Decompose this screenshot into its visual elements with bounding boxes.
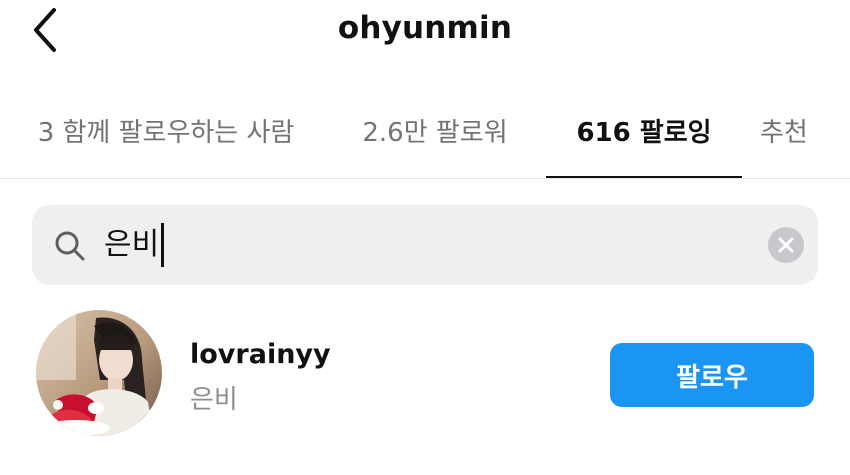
clear-search-button[interactable] [768,227,804,263]
follow-button[interactable]: 팔로우 [610,343,814,407]
username[interactable]: lovrainyy [190,339,331,370]
tab-following[interactable]: 616 팔로잉 [546,82,742,178]
clear-icon [778,237,794,253]
avatar-image [36,310,162,436]
search-query-text: 은비 [104,227,160,262]
tab-suggested[interactable]: 추천 [760,82,840,178]
following-screen: ohyunmin 3 함께 팔로우하는 사람 2.6만 팔로워 616 팔로잉 … [0,0,850,475]
avatar[interactable] [36,310,162,436]
full-name: 은비 [190,385,238,415]
list-item[interactable]: lovrainyy 은비 팔로우 [0,305,850,445]
tab-mutual-followers[interactable]: 3 함께 팔로우하는 사람 [16,82,316,178]
page-title: ohyunmin [337,10,513,46]
divider [0,178,850,179]
search-icon [55,231,85,261]
tab-bar: 3 함께 팔로우하는 사람 2.6만 팔로워 616 팔로잉 추천 [0,82,850,178]
text-caret [161,223,165,267]
tab-followers[interactable]: 2.6만 팔로워 [340,82,530,178]
search-query: 은비 [104,205,165,285]
search-input[interactable]: 은비 [32,205,818,285]
